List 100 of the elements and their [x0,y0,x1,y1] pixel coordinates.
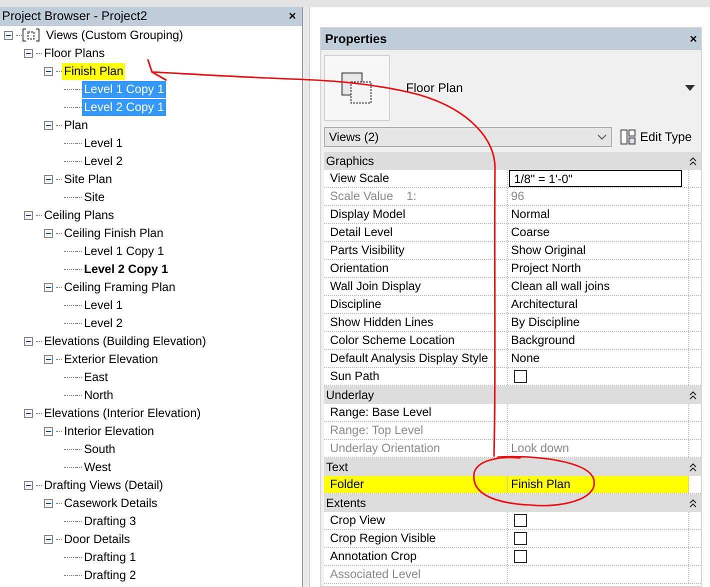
tree-item[interactable]: East [82,368,110,386]
property-label: Display Model [330,207,406,221]
tree-group[interactable]: Elevations (Building Elevation) [42,332,208,350]
checkbox[interactable] [514,532,527,545]
property-label: Range: Base Level [330,405,432,419]
collapse-icon[interactable] [689,156,697,166]
tree-group[interactable]: Drafting Views (Detail) [42,476,166,494]
tree-item[interactable]: North [82,386,116,404]
collapse-icon[interactable] [4,30,13,40]
property-value[interactable]: Project North [511,261,582,275]
collapse-icon[interactable] [44,228,53,238]
property-label: Scale Value 1: [330,189,416,203]
scale-field[interactable]: 1/8" = 1'-0" [509,170,682,187]
collapse-icon[interactable] [44,498,53,508]
panel-title: Project Browser - Project2 [2,8,148,26]
chevron-down-icon [597,134,607,140]
tree-item[interactable]: Level 2 [82,152,125,170]
property-label: Detail Level [330,225,393,239]
tree-item[interactable]: Level 2 [82,314,125,332]
tree-item[interactable]: Level 1 [82,296,125,314]
tree-item[interactable]: Drafting 3 [82,512,138,530]
tree-item[interactable]: Drafting 1 [82,548,138,566]
tree-group[interactable]: Ceiling Framing Plan [62,278,178,296]
property-label: Show Hidden Lines [330,315,434,329]
property-value[interactable]: Coarse [511,225,550,239]
collapse-icon[interactable] [689,462,697,472]
collapse-icon[interactable] [44,534,53,544]
tree-group[interactable]: Floor Plans [42,44,107,62]
collapse-icon[interactable] [24,48,33,58]
property-label: Discipline [330,297,382,311]
tree-item[interactable]: West [82,458,114,476]
section-header[interactable]: Extents [324,494,701,512]
tree-group[interactable]: Casework Details [62,494,160,512]
property-value: 96 [511,189,524,203]
collapse-icon[interactable] [24,336,33,346]
tree-group[interactable]: Ceiling Plans [42,206,116,224]
close-button[interactable]: × [288,7,296,26]
tree-group[interactable]: Interior Elevation [62,422,156,440]
tree-item[interactable]: Site [82,188,107,206]
section-title: Graphics [326,153,374,170]
property-label: Annotation Crop [330,549,417,563]
tree-item[interactable]: Drafting 2 [82,566,138,584]
property-label: Associated Level [330,567,421,581]
section-header[interactable]: Graphics [324,152,701,170]
collapse-icon[interactable] [44,426,53,436]
checkbox[interactable] [514,370,527,383]
collapse-icon[interactable] [44,66,53,76]
property-label: Parts Visibility [330,243,404,257]
collapse-icon[interactable] [24,480,33,490]
section-title: Extents [326,495,366,512]
section-title: Underlay [326,387,374,404]
tree-group[interactable]: Door Details [62,530,132,548]
panel-title: Properties [325,30,387,48]
type-selector[interactable]: Floor Plan [321,50,701,126]
property-value[interactable]: Architectural [511,297,578,311]
tree-group[interactable]: Exterior Elevation [62,350,160,368]
property-label: Color Scheme Location [330,333,455,347]
property-value[interactable]: Clean all wall joins [511,279,610,293]
tree-group[interactable]: Views (Custom Grouping) [44,26,186,44]
property-label: Crop Region Visible [330,531,436,545]
checkbox[interactable] [514,550,527,563]
caret-icon [685,85,695,91]
section-title: Text [326,459,348,476]
tree-group[interactable]: Site Plan [62,170,114,188]
property-label: Sun Path [330,369,380,383]
section-header[interactable]: Text [324,458,701,476]
collapse-icon[interactable] [44,120,53,130]
collapse-icon[interactable] [24,408,33,418]
property-label: Underlay Orientation [330,441,440,455]
checkbox[interactable] [514,514,527,527]
collapse-icon[interactable] [24,210,33,220]
property-value[interactable]: None [511,351,540,365]
collapse-icon[interactable] [44,174,53,184]
collapse-icon[interactable] [44,282,53,292]
property-label: View Scale [330,171,390,185]
close-button[interactable]: × [690,30,697,48]
edit-type-button[interactable]: Edit Type [616,128,696,146]
collapse-icon[interactable] [689,390,697,400]
type-name: Floor Plan [406,80,464,97]
tree-item[interactable]: Level 1 [82,134,125,152]
edit-type-icon [620,129,636,145]
property-value[interactable]: By Discipline [511,315,580,329]
property-label: Range: Top Level [330,423,424,437]
views-icon [22,28,40,42]
tree-group[interactable]: Elevations (Interior Elevation) [42,404,203,422]
tree-group[interactable]: Plan [62,116,90,134]
section-header[interactable]: Underlay [324,386,701,404]
tree-item[interactable]: Level 1 Copy 1 [82,242,166,260]
property-value[interactable]: Normal [511,207,550,221]
property-label: Default Analysis Display Style [330,351,488,365]
tree-item[interactable]: South [82,440,118,458]
property-value[interactable]: Show Original [511,243,586,257]
property-value[interactable]: Background [511,333,576,347]
collapse-icon[interactable] [44,354,53,364]
property-label: Wall Join Display [330,279,421,293]
tree-item[interactable]: Level 2 Copy 1 [82,260,170,278]
views-dropdown[interactable]: Views (2) [324,127,612,147]
tree-group[interactable]: Ceiling Finish Plan [62,224,166,242]
collapse-icon[interactable] [689,498,697,508]
tree-group[interactable]: Finish Plan [62,62,126,80]
